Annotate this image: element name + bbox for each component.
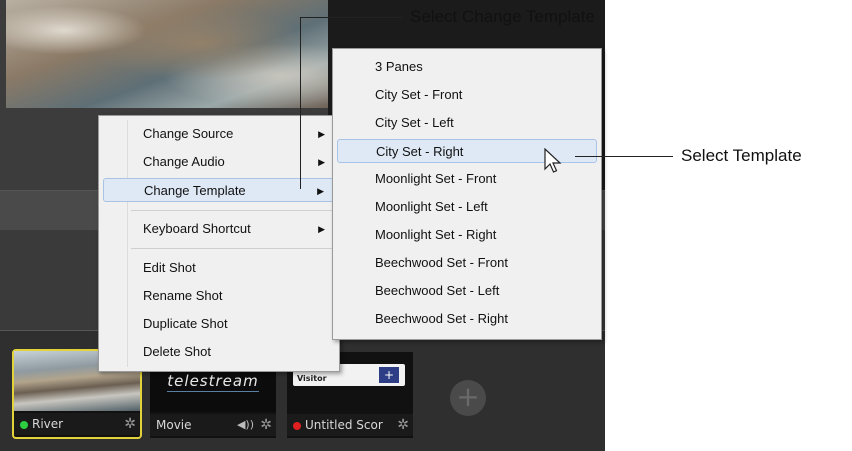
gear-icon[interactable]: ✲	[397, 414, 409, 436]
menu-item-keyboard-shortcut[interactable]: Keyboard Shortcut ▶	[103, 217, 335, 241]
menu-item-delete-shot[interactable]: Delete Shot	[103, 340, 335, 364]
shot-label: River	[32, 417, 64, 431]
mouse-pointer-icon	[544, 148, 562, 173]
submenu-item-label: Beechwood Set - Left	[375, 283, 500, 298]
chevron-right-icon: ▶	[318, 224, 325, 234]
shot-label: Untitled Scor	[305, 418, 383, 432]
shot-bar: River ✲	[14, 413, 140, 435]
submenu-item-moonlight-set-left[interactable]: Moonlight Set - Left	[337, 195, 597, 219]
submenu-item-city-set-front[interactable]: City Set - Front	[337, 83, 597, 107]
plus-icon: +	[456, 380, 480, 413]
live-status-icon	[293, 421, 301, 430]
chevron-right-icon: ▶	[318, 157, 325, 167]
shot-bar: Movie ◀)) ✲	[150, 414, 276, 436]
add-shot-button[interactable]: +	[450, 380, 486, 416]
menu-item-label: Duplicate Shot	[143, 316, 228, 331]
submenu-item-beechwood-set-left[interactable]: Beechwood Set - Left	[337, 279, 597, 303]
submenu-item-label: Moonlight Set - Right	[375, 227, 497, 242]
submenu-item-label: Moonlight Set - Front	[375, 171, 497, 186]
gear-icon[interactable]: ✲	[124, 413, 136, 435]
video-preview	[6, 0, 328, 108]
menu-item-label: Change Audio	[143, 154, 225, 169]
menu-separator	[131, 248, 333, 249]
menu-item-label: Edit Shot	[143, 260, 196, 275]
menu-item-duplicate-shot[interactable]: Duplicate Shot	[103, 312, 335, 336]
shot-bar: Untitled Scor ✲	[287, 414, 413, 436]
menu-item-label: Change Source	[143, 126, 234, 141]
plus-icon: +	[379, 367, 399, 383]
submenu-item-3-panes[interactable]: 3 Panes	[337, 55, 597, 79]
menu-item-label: Rename Shot	[143, 288, 223, 303]
submenu-item-beechwood-set-right[interactable]: Beechwood Set - Right	[337, 307, 597, 331]
menu-item-label: Change Template	[144, 183, 246, 198]
callout-select-template: Select Template	[681, 146, 802, 165]
submenu-item-city-set-left[interactable]: City Set - Left	[337, 111, 597, 135]
callout-line	[575, 156, 673, 157]
callout-line	[300, 17, 301, 189]
context-menu: Change Source ▶ Change Audio ▶ Change Te…	[98, 115, 340, 372]
live-status-icon	[20, 420, 28, 429]
thumbnail-logo: telestream	[167, 372, 259, 392]
callout-line	[300, 17, 402, 18]
submenu-item-label: Beechwood Set - Right	[375, 311, 508, 326]
menu-item-label: Delete Shot	[143, 344, 211, 359]
submenu-item-label: City Set - Front	[375, 87, 463, 102]
score-visitor-label: Visitor	[297, 374, 327, 383]
submenu-item-label: City Set - Right	[376, 144, 464, 159]
submenu-item-label: Beechwood Set - Front	[375, 255, 508, 270]
submenu-item-label: Moonlight Set - Left	[375, 199, 488, 214]
template-submenu: 3 Panes City Set - Front City Set - Left…	[332, 48, 602, 340]
gear-icon[interactable]: ✲	[260, 414, 272, 436]
submenu-item-label: 3 Panes	[375, 59, 423, 74]
callout-select-change-template: Select Change Template	[410, 7, 595, 26]
menu-item-rename-shot[interactable]: Rename Shot	[103, 284, 335, 308]
submenu-item-moonlight-set-right[interactable]: Moonlight Set - Right	[337, 223, 597, 247]
submenu-item-label: City Set - Left	[375, 115, 454, 130]
submenu-item-beechwood-set-front[interactable]: Beechwood Set - Front	[337, 251, 597, 275]
menu-item-label: Keyboard Shortcut	[143, 221, 251, 236]
menu-item-edit-shot[interactable]: Edit Shot	[103, 256, 335, 280]
shot-label: Movie	[156, 418, 192, 432]
chevron-right-icon: ▶	[317, 186, 324, 196]
menu-separator	[131, 210, 333, 211]
chevron-right-icon: ▶	[318, 129, 325, 139]
volume-icon[interactable]: ◀))	[237, 414, 254, 436]
